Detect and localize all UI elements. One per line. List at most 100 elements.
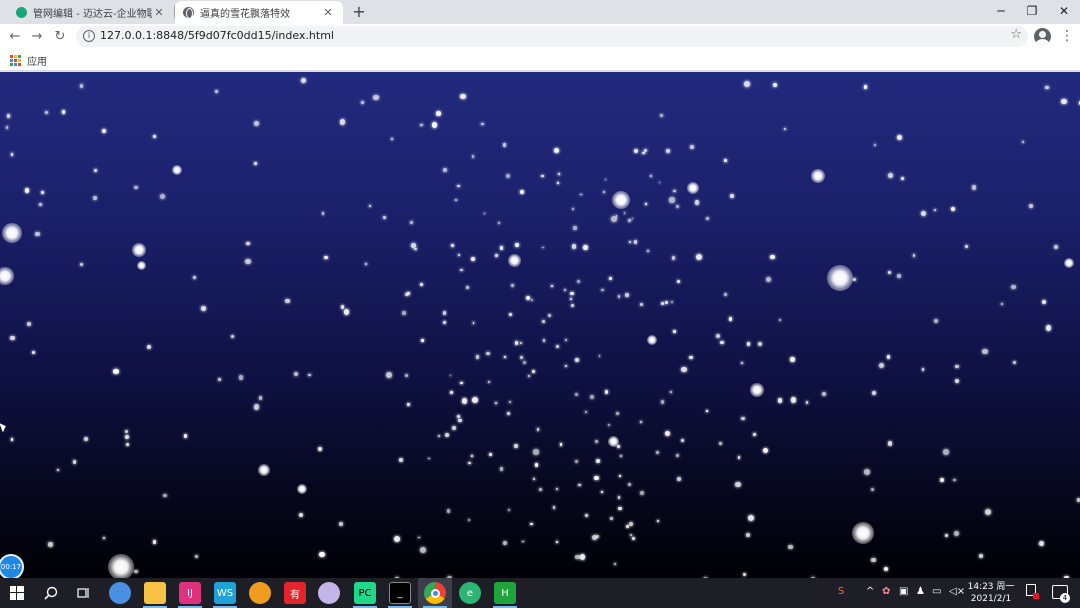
- profile-avatar-icon[interactable]: [1034, 28, 1051, 45]
- tray-person-icon[interactable]: ♟: [916, 586, 925, 597]
- tab-snow-effect[interactable]: 逼真的雪花飘落特效 ✕: [175, 1, 343, 24]
- snowflake: [563, 288, 567, 292]
- bookmark-star-icon[interactable]: ☆: [1010, 27, 1022, 42]
- intellij-icon[interactable]: IJ: [179, 582, 201, 604]
- reload-icon[interactable]: ↻: [50, 27, 70, 47]
- back-arrow-icon[interactable]: ←: [5, 27, 25, 47]
- apps-shortcut[interactable]: 应用: [10, 53, 47, 68]
- tab-maidayun[interactable]: 管网编辑 - 迈达云-企业物联网时 ✕: [8, 1, 174, 24]
- snowflake: [503, 356, 507, 359]
- task-view-icon[interactable]: [73, 582, 95, 604]
- snowflake: [623, 212, 626, 214]
- snowflake: [669, 197, 675, 203]
- snowflake: [984, 509, 991, 516]
- snowflake: [933, 318, 939, 324]
- snowflake: [507, 508, 511, 511]
- close-tab-icon[interactable]: ✕: [321, 6, 335, 19]
- snowflake: [417, 536, 420, 539]
- app-green-icon[interactable]: e: [459, 582, 481, 604]
- snowflake: [472, 322, 475, 324]
- chrome-icon[interactable]: [424, 582, 446, 604]
- snowflake: [468, 462, 471, 465]
- snowflake: [460, 381, 463, 385]
- snowflake: [481, 122, 484, 126]
- snowflake: [642, 151, 645, 154]
- address-bar[interactable]: i 127.0.0.1:8848/5f9d07fc0dd15/index.htm…: [76, 26, 1028, 47]
- url-text[interactable]: 127.0.0.1:8848/5f9d07fc0dd15/index.html: [100, 29, 334, 42]
- snowflake: [611, 216, 617, 223]
- snowflake: [454, 199, 457, 202]
- snowflake: [428, 457, 430, 460]
- snowflake: [1045, 85, 1049, 90]
- snowflake: [214, 89, 219, 93]
- hbuilder-icon[interactable]: H: [494, 582, 516, 604]
- snowflake: [1021, 140, 1024, 143]
- snowflake: [564, 364, 567, 367]
- snowflake: [557, 172, 560, 176]
- snowflake: [971, 185, 977, 190]
- snowflake: [680, 439, 684, 442]
- snowflake: [594, 475, 600, 481]
- tray-vpn-icon[interactable]: ▣: [899, 586, 908, 597]
- snowflake: [585, 513, 589, 517]
- pycharm-icon[interactable]: PC: [354, 582, 376, 604]
- browser-ie-icon[interactable]: [109, 582, 131, 604]
- snowflake: [1045, 325, 1052, 331]
- info-icon[interactable]: i: [83, 30, 95, 42]
- snowflake: [933, 208, 936, 212]
- snowflake: [556, 182, 560, 185]
- snowflake: [746, 342, 751, 346]
- snowflake: [553, 147, 560, 154]
- snowflake: [745, 533, 750, 538]
- youdao-icon[interactable]: 有: [284, 582, 306, 604]
- snowflake: [373, 95, 379, 101]
- battery-icon[interactable]: ▭: [932, 586, 941, 597]
- snowflake: [321, 212, 325, 215]
- snowflake: [629, 521, 633, 526]
- apps-grid-icon: [10, 55, 21, 66]
- snowflake: [744, 81, 751, 87]
- close-tab-icon[interactable]: ✕: [152, 6, 166, 19]
- snowflake: [564, 338, 567, 341]
- restore-button[interactable]: ❐: [1015, 0, 1049, 22]
- app-orange-icon[interactable]: [249, 582, 271, 604]
- snowflake: [502, 143, 507, 148]
- snowflake: [954, 379, 959, 383]
- start-icon[interactable]: [6, 582, 28, 604]
- snowflake: [665, 431, 671, 437]
- close-window-button[interactable]: ✕: [1047, 0, 1080, 22]
- snowflake: [677, 477, 681, 481]
- file-explorer-icon[interactable]: [144, 582, 166, 604]
- snowflake: [470, 454, 474, 458]
- tray-app-icon[interactable]: S: [838, 586, 844, 597]
- snowflake: [770, 254, 775, 260]
- kebab-menu-icon[interactable]: ⋮: [1060, 27, 1074, 45]
- snowflake: [758, 342, 762, 347]
- forward-arrow-icon[interactable]: →: [27, 27, 47, 47]
- tray-red-note-icon[interactable]: [1026, 584, 1039, 599]
- snowflake: [470, 256, 475, 261]
- snowflake: [5, 126, 9, 130]
- terminal-icon[interactable]: _: [389, 582, 411, 604]
- search-icon[interactable]: [40, 582, 62, 604]
- snowflake: [461, 398, 468, 404]
- system-clock[interactable]: 14:23 周一 2021/2/1: [966, 581, 1016, 605]
- snowflake: [631, 217, 634, 220]
- snowflake: [556, 488, 559, 490]
- minimize-button[interactable]: ─: [984, 0, 1018, 22]
- snowflake: [194, 555, 198, 559]
- snowflake: [533, 478, 536, 480]
- tray-expand-icon[interactable]: ^: [866, 586, 874, 597]
- snowflake: [39, 203, 42, 206]
- snowflake: [323, 255, 328, 260]
- volume-muted-icon[interactable]: ◁×: [949, 586, 965, 597]
- new-tab-button[interactable]: +: [349, 2, 369, 22]
- app-color-icon[interactable]: [318, 582, 340, 604]
- tray-flower-icon[interactable]: ✿: [882, 586, 890, 597]
- snowflake: [218, 377, 221, 381]
- snowflake: [402, 311, 406, 315]
- webstorm-icon[interactable]: WS: [214, 582, 236, 604]
- clock-date: 2021/2/1: [970, 594, 1012, 604]
- snowflake: [399, 457, 404, 462]
- snowflake: [465, 285, 470, 290]
